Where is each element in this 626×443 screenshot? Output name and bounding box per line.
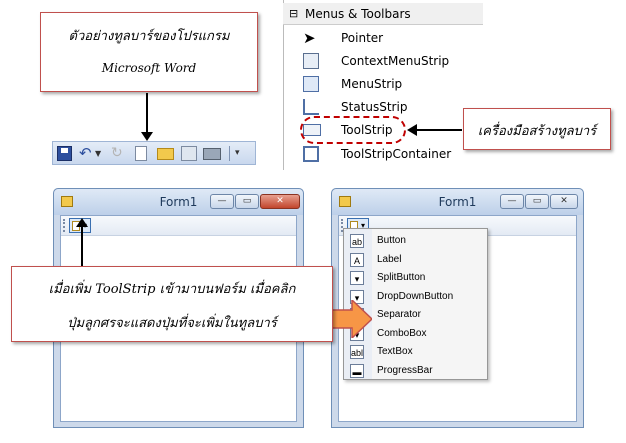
redo-icon[interactable]: ↻ xyxy=(111,146,126,161)
minimize-button[interactable]: — xyxy=(210,194,234,209)
callout-tool-arrow xyxy=(416,129,462,131)
progressbar-icon: ▬ xyxy=(350,363,364,378)
menu-item-label: TextBox xyxy=(377,346,413,357)
undo-dropdown-icon[interactable]: ▼ xyxy=(95,146,103,161)
word-toolbar: ↶ ▼ ↻ ▾ xyxy=(52,141,256,165)
splitbutton-icon: ▾ xyxy=(350,271,364,285)
menu-item-label[interactable]: A Label xyxy=(344,251,489,269)
menu-item-label: DropDownButton xyxy=(377,290,454,302)
toolbox-item-label: ContextMenuStrip xyxy=(341,54,450,68)
toolbox-item-label: Pointer xyxy=(341,31,384,45)
callout-word-arrow xyxy=(146,93,148,133)
toolbox-item-label: MenuStrip xyxy=(341,77,403,91)
statusstrip-icon xyxy=(303,99,319,115)
close-button[interactable]: ✕ xyxy=(260,194,300,209)
toolbox-item-label: ToolStripContainer xyxy=(341,147,452,161)
menu-item-label: Label xyxy=(377,253,402,265)
open-folder-icon[interactable] xyxy=(157,148,174,160)
menu-item-label: ProgressBar xyxy=(377,364,433,376)
callout-form-line2: ปุ่มลูกศรจะแสดงปุ่มที่จะเพิ่มในทูลบาร์ xyxy=(67,316,277,331)
form-icon xyxy=(339,196,351,207)
toolstrip-container-icon xyxy=(303,146,319,162)
callout-word-line1: ตัวอย่างทูลบาร์ของโปรแกรม xyxy=(68,29,230,44)
toolbar-separator xyxy=(229,146,230,161)
callout-tool-text: เครื่องมือสร้างทูลบาร์ xyxy=(477,124,597,139)
toolbox-header[interactable]: ⊟ Menus & Toolbars xyxy=(283,3,483,25)
pointer-icon: ➤ xyxy=(303,29,316,47)
label-icon: A xyxy=(350,252,364,267)
textbox-icon: abl xyxy=(350,345,364,359)
callout-form-arrowhead xyxy=(76,218,88,227)
print-preview-icon[interactable] xyxy=(181,146,197,161)
menu-item-button[interactable]: ab Button xyxy=(344,232,489,250)
menu-item-label: Separator xyxy=(377,309,421,320)
toolbox-header-label: Menus & Toolbars xyxy=(305,7,411,21)
customize-toolbar-icon[interactable]: ▾ xyxy=(235,146,247,161)
callout-form-arrow xyxy=(81,225,83,267)
toolbox-item-label: StatusStrip xyxy=(341,100,408,114)
menu-item-label: SplitButton xyxy=(377,272,426,283)
form-right-title: Form1 xyxy=(438,195,477,209)
toolstrip-highlight xyxy=(300,116,406,144)
maximize-button[interactable]: ▭ xyxy=(525,194,549,209)
callout-tool-arrowhead xyxy=(407,124,417,136)
menu-item-label: Button xyxy=(377,235,406,246)
toolstrip-grip-icon[interactable] xyxy=(63,219,66,232)
new-document-icon[interactable] xyxy=(135,146,147,161)
callout-word-toolbar: ตัวอย่างทูลบาร์ของโปรแกรม Microsoft Word xyxy=(40,12,258,92)
form-icon xyxy=(61,196,73,207)
collapse-icon[interactable]: ⊟ xyxy=(289,3,298,25)
save-icon[interactable] xyxy=(57,146,72,161)
menu-item-splitbutton[interactable]: ▾ SplitButton xyxy=(344,269,489,287)
callout-word-line2: Microsoft Word xyxy=(101,61,197,75)
toolbox-divider xyxy=(283,0,284,170)
minimize-button[interactable]: — xyxy=(500,194,524,209)
menu-item-textbox[interactable]: abl TextBox xyxy=(344,343,489,361)
callout-form-line1: เมื่อเพิ่ม ToolStrip เข้ามาบนฟอร์ม เมื่อ… xyxy=(48,282,296,297)
callout-word-arrowhead xyxy=(141,132,153,141)
print-icon[interactable] xyxy=(203,148,221,160)
close-button[interactable]: ✕ xyxy=(550,194,578,209)
form-left-title: Form1 xyxy=(159,195,198,209)
menu-item-label: ComboBox xyxy=(377,327,427,339)
menu-item-progressbar[interactable]: ▬ ProgressBar xyxy=(344,362,489,380)
button-icon: ab xyxy=(350,234,364,248)
callout-toolstrip: เครื่องมือสร้างทูลบาร์ xyxy=(463,108,611,150)
form-right-titlebar: Form1 — ▭ ✕ xyxy=(332,189,583,215)
menustrip-icon xyxy=(303,76,319,92)
callout-form-explanation: เมื่อเพิ่ม ToolStrip เข้ามาบนฟอร์ม เมื่อ… xyxy=(11,266,333,342)
context-menu-icon xyxy=(303,53,319,69)
toolstrip-bar: ▾ xyxy=(61,216,296,236)
form-left-titlebar: Form1 — ▭ ✕ xyxy=(54,189,303,215)
maximize-button[interactable]: ▭ xyxy=(235,194,259,209)
undo-icon[interactable]: ↶ xyxy=(79,146,94,161)
